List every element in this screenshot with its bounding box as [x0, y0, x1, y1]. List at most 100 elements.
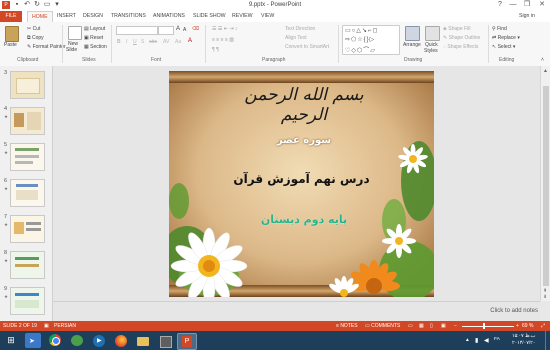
- slide-sorter-icon[interactable]: ▦: [419, 323, 424, 329]
- layout-button[interactable]: ▤ Layout: [84, 26, 105, 32]
- tab-insert[interactable]: INSERT: [57, 13, 76, 19]
- powerpoint-taskbar-button[interactable]: P: [177, 333, 197, 350]
- new-slide-icon[interactable]: [68, 26, 82, 40]
- replace-button[interactable]: ⇄ Replace ▾: [492, 35, 520, 41]
- zoom-slider-thumb[interactable]: [483, 323, 485, 329]
- shape-fill-button[interactable]: ◈ Shape Fill: [443, 26, 470, 32]
- file-explorer-icon[interactable]: [135, 333, 151, 348]
- slide-thumbnail[interactable]: [10, 179, 45, 207]
- reset-button[interactable]: ▣ Reset: [84, 35, 103, 41]
- clear-format-icon[interactable]: ⌫: [192, 26, 199, 32]
- new-slide-label-2[interactable]: Slide: [66, 47, 77, 53]
- vertical-scrollbar[interactable]: ▲ ⇞ ⇟: [540, 66, 550, 301]
- slide-thumbnail[interactable]: [10, 71, 45, 99]
- shadow-icon[interactable]: S: [141, 39, 144, 45]
- shape-effects-button[interactable]: ◌ Shape Effects: [443, 44, 478, 50]
- char-spacing-icon[interactable]: AV: [163, 39, 169, 45]
- font-size-box[interactable]: [158, 26, 174, 35]
- comments-toggle-button[interactable]: ▭ COMMENTS: [365, 323, 400, 329]
- quick-styles-label-2[interactable]: Styles: [424, 48, 438, 54]
- slide-thumbnail[interactable]: [10, 251, 45, 279]
- slideshow-icon[interactable]: ▣: [441, 323, 446, 329]
- bullets-icon[interactable]: ☰ ☰ ⇤ ⇥ ↕: [212, 26, 237, 32]
- help-button[interactable]: ?: [494, 0, 506, 10]
- tab-slide-show[interactable]: SLIDE SHOW: [193, 13, 226, 19]
- strikethrough-icon[interactable]: abc: [149, 39, 157, 45]
- shape-outline-button[interactable]: ✎ Shape Outline: [443, 35, 480, 41]
- spellcheck-icon[interactable]: ▣: [44, 323, 49, 329]
- grow-font-icon[interactable]: A: [176, 26, 180, 32]
- show-desktop-button[interactable]: [545, 331, 550, 350]
- next-slide-icon[interactable]: ⇟: [543, 294, 547, 300]
- rtl-icons[interactable]: ¶ ¶: [212, 47, 219, 53]
- shrink-font-icon[interactable]: A: [183, 27, 186, 33]
- underline-icon[interactable]: U: [133, 39, 137, 45]
- scroll-up-icon[interactable]: ▲: [543, 68, 548, 74]
- zoom-in-icon[interactable]: +: [516, 323, 519, 329]
- network-icon[interactable]: ▮: [475, 337, 478, 344]
- notes-toggle-button[interactable]: ≡ NOTES: [336, 323, 358, 329]
- tab-review[interactable]: REVIEW: [232, 13, 252, 19]
- shapes-gallery[interactable]: ▭○△↘⌐◻ ⇨⬠☆{}▷ ♡◇⬡⌒▱: [342, 25, 400, 55]
- find-button[interactable]: ⚲ Find: [492, 26, 507, 32]
- section-button[interactable]: ▦ Section: [84, 44, 107, 50]
- change-case-icon[interactable]: Aa: [175, 39, 181, 45]
- tab-transitions[interactable]: TRANSITIONS: [111, 13, 146, 19]
- text-direction-button[interactable]: Text Direction: [285, 26, 315, 32]
- firefox-icon[interactable]: [113, 333, 129, 348]
- network-app-icon[interactable]: [69, 333, 85, 348]
- clock-date[interactable]: ۲۰۱۴/۰۷/۲۰: [512, 341, 535, 346]
- normal-view-icon[interactable]: ▭: [408, 323, 413, 329]
- chrome-icon[interactable]: [47, 333, 63, 348]
- tab-view[interactable]: VIEW: [261, 13, 274, 19]
- close-button[interactable]: ✕: [536, 0, 548, 10]
- paste-icon[interactable]: [5, 26, 19, 42]
- cut-button[interactable]: ✂ Cut: [27, 26, 40, 32]
- volume-icon[interactable]: ◀: [484, 337, 489, 344]
- sign-in-link[interactable]: Sign in: [519, 13, 535, 19]
- slide-thumbnail[interactable]: [10, 287, 45, 315]
- media-player-icon[interactable]: ▶: [91, 333, 107, 348]
- arrange-button[interactable]: Arrange: [403, 42, 421, 48]
- start-button-icon[interactable]: ⊞: [3, 333, 19, 348]
- slide-thumbnail[interactable]: [10, 215, 45, 243]
- select-button[interactable]: ↖ Select ▾: [492, 44, 515, 50]
- scroll-thumb[interactable]: [543, 86, 549, 286]
- minimize-button[interactable]: —: [507, 0, 519, 10]
- paste-button[interactable]: Paste: [4, 42, 17, 48]
- clock-time[interactable]: ۱۵:۰۷ ب.ظ: [512, 334, 535, 339]
- arrange-icon[interactable]: [405, 26, 420, 41]
- notes-placeholder[interactable]: Click to add notes: [490, 308, 538, 314]
- zoom-out-icon[interactable]: −: [454, 323, 457, 329]
- font-name-box[interactable]: [116, 26, 158, 35]
- app-icon[interactable]: [157, 333, 173, 348]
- tab-animations[interactable]: ANIMATIONS: [153, 13, 185, 19]
- zoom-level[interactable]: 69 %: [522, 323, 533, 329]
- format-painter-button[interactable]: ✎ Format Painter: [27, 44, 66, 50]
- convert-smartart-button[interactable]: Convert to SmartArt: [285, 44, 329, 50]
- language-indicator[interactable]: PERSIAN: [54, 323, 76, 329]
- collapse-ribbon-icon[interactable]: ˄: [541, 57, 544, 63]
- telegram-icon[interactable]: ➤: [25, 333, 41, 348]
- reading-view-icon[interactable]: ▯: [430, 323, 433, 329]
- tab-design[interactable]: DESIGN: [83, 13, 103, 19]
- tab-file[interactable]: FILE: [0, 11, 22, 22]
- tab-home[interactable]: HOME: [27, 11, 53, 22]
- current-slide[interactable]: بسم الله الرحمن الرحيم سوره عصر درس نهم …: [169, 71, 434, 297]
- slide-thumbnail[interactable]: [10, 143, 45, 171]
- italic-icon[interactable]: I: [126, 39, 127, 45]
- copy-button[interactable]: ⧉ Copy: [27, 35, 44, 41]
- bold-icon[interactable]: B: [117, 39, 121, 45]
- notes-pane[interactable]: Click to add notes: [53, 301, 540, 322]
- font-color-icon[interactable]: A: [188, 38, 192, 44]
- fit-to-window-icon[interactable]: ⤢: [541, 323, 545, 329]
- align-icons[interactable]: ≡ ≡ ≡ ≡ ▥: [212, 37, 234, 43]
- align-text-button[interactable]: Align Text: [285, 35, 307, 41]
- quick-styles-icon[interactable]: [425, 26, 440, 41]
- slide-thumbnail-panel[interactable]: 3 4 ★ 5 ★ 6 ★ 7 ★ 8 ★ 9 ★: [0, 66, 53, 321]
- maximize-button[interactable]: ❐: [521, 0, 533, 10]
- language-button[interactable]: FA: [494, 337, 500, 342]
- tray-chevron-icon[interactable]: ▲: [465, 338, 470, 343]
- slide-thumbnail[interactable]: [10, 107, 45, 135]
- zoom-slider-track[interactable]: [462, 326, 514, 327]
